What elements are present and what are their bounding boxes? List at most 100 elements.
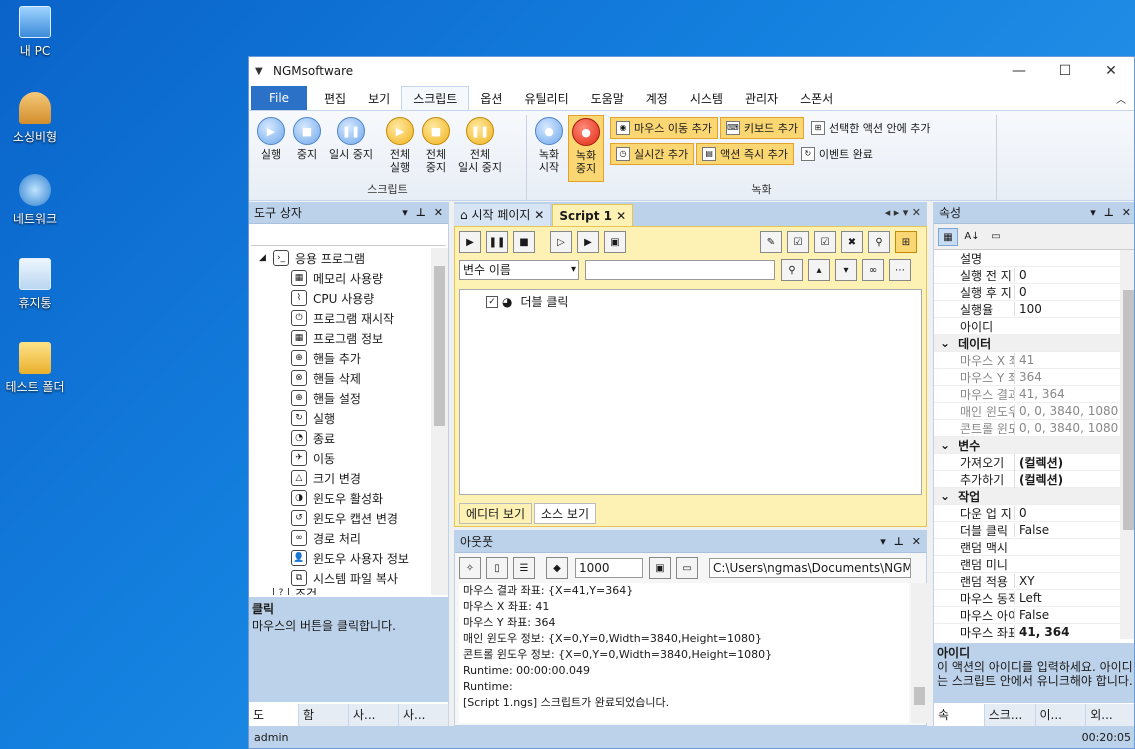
event-done-button[interactable]: ↻ 이벤트 완료 — [796, 143, 878, 165]
tab-utility[interactable]: 유틸리티 — [513, 88, 579, 110]
system-menu-icon[interactable]: ▼ — [255, 66, 273, 77]
pin-icon[interactable]: ⊥ — [1104, 206, 1114, 219]
prop-row[interactable]: 마우스 아이 False — [934, 607, 1120, 624]
action-instant-add-button[interactable]: ▤ 액션 즉시 추가 — [696, 143, 794, 165]
desktop-icon-testfolder[interactable]: 테스트 폴더 — [0, 342, 70, 395]
pause-all-button[interactable]: ❚❚ 전체 일시 중지 — [455, 115, 505, 182]
pause-icon[interactable]: ❚❚ — [486, 231, 508, 253]
tab-properties[interactable]: 속 — [934, 704, 985, 726]
variable-select[interactable]: 변수 이름 — [459, 260, 579, 280]
file-log-icon[interactable]: ▯ — [486, 557, 508, 579]
toolbox-search-input[interactable] — [251, 226, 446, 246]
tab-edit[interactable]: 편집 — [313, 88, 357, 110]
tab-functions[interactable]: 함 — [299, 704, 349, 726]
tree-item[interactable]: ⊕ 핸들 설정 — [249, 388, 431, 408]
tree-item[interactable]: ⊕ 핸들 추가 — [249, 348, 431, 368]
alphabetical-icon[interactable]: A↓ — [962, 228, 982, 246]
close-icon[interactable]: ✕ — [434, 206, 443, 219]
run-all-button[interactable]: ▶ 전체 실행 — [383, 115, 417, 182]
script-item[interactable]: ✓ ◕ 더블 클릭 — [486, 293, 568, 310]
prop-row[interactable]: 마우스 Y 좌 364 — [934, 369, 1120, 386]
script-canvas[interactable]: ✓ ◕ 더블 클릭 — [459, 289, 922, 495]
doc-nav-icons[interactable]: ◂ ▸ ▾ ✕ — [885, 206, 921, 219]
property-pages-icon[interactable]: ▭ — [986, 228, 1006, 246]
tree-item[interactable]: ◑ 윈도우 활성화 — [249, 488, 431, 508]
tab-user[interactable]: 사... — [349, 704, 399, 726]
tab-image[interactable]: 이... — [1036, 704, 1087, 726]
log-path-field[interactable]: C:\Users\ngmas\Documents\NGM6\ — [709, 558, 911, 578]
tab-editor-view[interactable]: 에디터 보기 — [459, 503, 533, 524]
prop-category[interactable]: ⌄ 변수 — [934, 437, 1120, 454]
check-icon[interactable]: ☑ — [787, 231, 809, 253]
tab-script-list[interactable]: 스크... — [985, 704, 1036, 726]
prop-row[interactable]: 추가하기 (컬렉션) — [934, 470, 1120, 488]
maximize-button[interactable]: ☐ — [1042, 63, 1088, 79]
pause-button[interactable]: ❚❚ 일시 중지 — [326, 115, 376, 182]
record-stop-button[interactable]: ● 녹화 중지 — [568, 115, 604, 182]
check-all-icon[interactable]: ☑ — [814, 231, 836, 253]
delete-icon[interactable]: ✖ — [841, 231, 863, 253]
up-icon[interactable]: ▴ — [808, 259, 830, 281]
run-from-icon[interactable]: ▶ — [577, 231, 599, 253]
play-icon[interactable]: ▶ — [459, 231, 481, 253]
scroll-thumb[interactable] — [1123, 290, 1134, 530]
tab-help[interactable]: 도움말 — [580, 88, 635, 110]
prop-row[interactable]: 마우스 좌표 41, 364 — [934, 624, 1120, 639]
close-icon[interactable]: ✕ — [616, 209, 626, 223]
clean-icon[interactable]: ✧ — [459, 557, 481, 579]
add-in-selected-button[interactable]: ⊞ 선택한 액션 안에 추가 — [806, 117, 936, 139]
tree-item[interactable]: ▦ 프로그램 정보 — [249, 328, 431, 348]
tab-account[interactable]: 계정 — [635, 88, 679, 110]
prop-row[interactable]: 랜덤 맥시 — [934, 539, 1120, 556]
more-icon[interactable]: ⋯ — [889, 259, 911, 281]
desktop-icon-user[interactable]: 소싱비형 — [0, 92, 70, 145]
prop-row[interactable]: 마우스 X 좌41 — [934, 352, 1120, 369]
scroll-thumb[interactable] — [914, 687, 925, 705]
close-icon[interactable]: ✕ — [912, 535, 921, 548]
tab-view[interactable]: 보기 — [357, 88, 401, 110]
prop-row[interactable]: 다운 업 지0 — [934, 505, 1120, 522]
filter-input[interactable] — [585, 260, 775, 280]
collapse-ribbon-icon[interactable]: ︿ — [1116, 91, 1126, 106]
tree-root[interactable]: ◢ ›_ 응용 프로그램 — [249, 248, 431, 268]
desktop-icon-recycle[interactable]: 휴지통 — [0, 258, 70, 311]
stop-button[interactable]: ■ 중지 — [290, 115, 324, 182]
chevron-down-icon[interactable]: ⌄ — [934, 336, 950, 350]
tree-item[interactable]: ▦ 메모리 사용량 — [249, 268, 431, 288]
categorized-icon[interactable]: ▦ — [938, 227, 958, 246]
tab-admin[interactable]: 관리자 — [734, 88, 789, 110]
prop-row[interactable]: 실행율 100 — [934, 301, 1120, 318]
prop-row[interactable]: 더블 클릭 False — [934, 522, 1120, 539]
tree-item[interactable]: ? 조건 — [249, 588, 431, 595]
desktop-icon-mypc[interactable]: 내 PC — [0, 6, 70, 59]
pin-icon[interactable]: ⊥ — [894, 535, 904, 548]
infinity-icon[interactable]: ∞ — [862, 259, 884, 281]
tab-external[interactable]: 외... — [1086, 704, 1134, 726]
tree-item[interactable]: ⌇ CPU 사용량 — [249, 288, 431, 308]
output-scrollbar[interactable] — [911, 583, 928, 723]
realtime-add-button[interactable]: ◷ 실시간 추가 — [610, 143, 695, 165]
prop-row[interactable]: 마우스 동작 Left — [934, 590, 1120, 607]
tree-item[interactable]: ↻ 실행 — [249, 408, 431, 428]
tab-system[interactable]: 시스템 — [679, 88, 734, 110]
scroll-thumb[interactable] — [434, 266, 445, 426]
prop-category[interactable]: ⌄ 데이터 — [934, 335, 1120, 352]
record-start-button[interactable]: ● 녹화 시작 — [532, 115, 566, 182]
stop-all-button[interactable]: ■ 전체 중지 — [419, 115, 453, 182]
keyboard-add-button[interactable]: ⌨ 키보드 추가 — [719, 117, 804, 139]
pin-icon[interactable]: ⊥ — [416, 206, 426, 219]
tab-user-func[interactable]: 사... — [399, 704, 449, 726]
toolbox-scrollbar[interactable] — [431, 248, 448, 595]
eraser-icon[interactable]: ◆ — [546, 557, 568, 579]
tree-item[interactable]: ∞ 경로 처리 — [249, 528, 431, 548]
tree-item[interactable]: ⏻ 프로그램 재시작 — [249, 308, 431, 328]
prop-row[interactable]: 마우스 결과 41, 364 — [934, 386, 1120, 403]
prop-row[interactable]: 설명 — [934, 250, 1120, 267]
dropdown-icon[interactable]: ▾ — [1090, 206, 1096, 219]
dropdown-icon[interactable]: ▾ — [402, 206, 408, 219]
tree-item[interactable]: △ 크기 변경 — [249, 468, 431, 488]
tab-options[interactable]: 옵션 — [469, 88, 513, 110]
close-button[interactable]: ✕ — [1088, 63, 1134, 79]
dropdown-icon[interactable]: ▾ — [880, 535, 886, 548]
prop-row[interactable]: 실행 전 지0 — [934, 267, 1120, 284]
